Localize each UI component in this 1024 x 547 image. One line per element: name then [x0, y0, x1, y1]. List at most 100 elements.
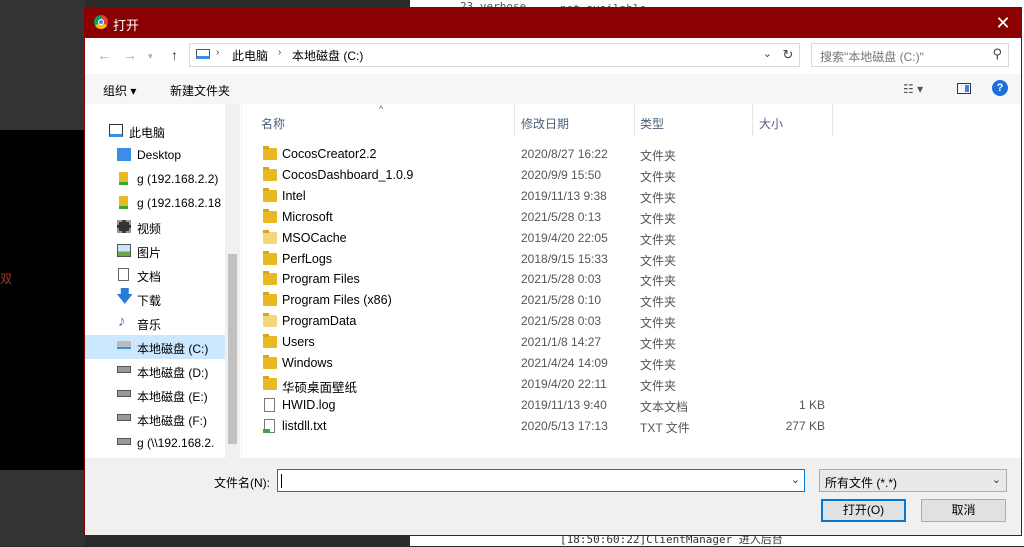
sidebar-item-label: 此电脑 — [129, 126, 166, 140]
column-divider[interactable] — [832, 104, 833, 136]
sidebar-item-pictures[interactable]: 图片 — [85, 240, 225, 262]
file-date: 2018/9/15 15:33 — [521, 251, 608, 266]
search-icon[interactable]: ⚲ — [992, 46, 1002, 62]
file-type: 文件夹 — [640, 253, 677, 268]
folder-icon — [263, 313, 277, 328]
breadcrumb-drive-c[interactable]: 本地磁盘 (C:) — [292, 47, 363, 64]
chrome-icon — [94, 15, 108, 29]
file-date: 2019/4/20 22:05 — [521, 230, 608, 245]
file-row[interactable]: Users 2021/1/8 14:27 文件夹 — [256, 332, 826, 353]
cancel-button[interactable]: 取消 — [921, 499, 1006, 522]
file-date: 2021/5/28 0:10 — [521, 293, 602, 308]
filename-history-dropdown-icon[interactable]: ⌄ — [791, 473, 800, 486]
file-date: 2021/4/24 14:09 — [521, 356, 608, 370]
file-name: PerfLogs — [282, 251, 333, 266]
file-row[interactable]: Windows 2021/4/24 14:09 文件夹 — [256, 353, 826, 374]
file-list: ^ 名称 修改日期 类型 大小 CocosCreator2.2 2020/8/27… — [242, 104, 1021, 458]
close-button[interactable]: ✕ — [985, 8, 1021, 38]
sidebar-item-this-pc[interactable]: 此电脑 — [85, 120, 225, 142]
navigation-scrollbar[interactable] — [225, 104, 240, 458]
refresh-button[interactable]: ↻ — [777, 43, 800, 67]
file-row[interactable]: Program Files (x86) 2021/5/28 0:10 文件夹 — [256, 290, 826, 311]
sidebar-item-documents[interactable]: 文档 — [85, 264, 225, 286]
new-folder-button[interactable]: 新建文件夹 — [170, 82, 230, 99]
breadcrumb-separator-icon[interactable]: › — [278, 47, 281, 58]
file-row[interactable]: CocosCreator2.2 2020/8/27 16:22 文件夹 — [256, 144, 826, 165]
sidebar-item-drive-d[interactable]: 本地磁盘 (D:) — [85, 360, 225, 382]
folder-icon — [263, 250, 277, 265]
file-name: Users — [282, 335, 315, 350]
sidebar-item-label: 视频 — [137, 222, 162, 236]
sidebar-item-music[interactable]: ♪ 音乐 — [85, 312, 225, 334]
sidebar-item-videos[interactable]: 视频 — [85, 216, 225, 238]
file-row[interactable]: PerfLogs 2018/9/15 15:33 文件夹 — [256, 249, 826, 270]
sidebar-item-drive-f[interactable]: 本地磁盘 (F:) — [85, 408, 225, 430]
column-header-label: 名称 — [261, 117, 286, 131]
sidebar-item-network-drive[interactable]: g (192.168.2.2) — [85, 168, 225, 190]
file-type: 文件夹 — [640, 211, 677, 226]
text-file-icon — [264, 397, 275, 412]
folder-icon — [263, 166, 277, 181]
organize-menu[interactable]: 组织 ▾ — [103, 82, 136, 99]
file-row[interactable]: Program Files 2021/5/28 0:03 文件夹 — [256, 269, 826, 290]
column-header-date[interactable]: 修改日期 — [515, 104, 635, 136]
recent-locations-dropdown-icon[interactable]: ▾ — [148, 51, 153, 62]
up-button[interactable]: ↑ — [171, 47, 178, 63]
sidebar-item-network-drive[interactable]: g (192.168.2.18 — [85, 192, 225, 214]
navigation-bar: ← → ▾ ↑ › 此电脑 › 本地磁盘 (C:) ⌄ ↻ 搜索"本地磁盘 (C… — [85, 38, 1021, 74]
search-box[interactable]: 搜索"本地磁盘 (C:)" ⚲ — [811, 43, 1009, 67]
open-button[interactable]: 打开(O) — [821, 499, 906, 522]
breadcrumb-separator-icon[interactable]: › — [216, 47, 219, 58]
pictures-icon — [117, 244, 131, 257]
file-row[interactable]: Intel 2019/11/13 9:38 文件夹 — [256, 186, 826, 207]
file-row[interactable]: 华硕桌面壁纸 2019/4/20 22:11 文件夹 — [256, 374, 826, 395]
file-type: 文件夹 — [640, 358, 677, 372]
column-header-name[interactable]: 名称 — [256, 104, 515, 136]
view-options-icon[interactable]: ☷ ▾ — [903, 82, 923, 96]
sidebar-item-downloads[interactable]: 🡇 下载 — [85, 288, 225, 310]
file-size: 277 KB — [785, 418, 825, 433]
sidebar-item-desktop[interactable]: Desktop — [85, 144, 225, 166]
filename-input[interactable]: ⌄ — [277, 469, 805, 492]
column-header-type[interactable]: 类型 — [635, 104, 753, 136]
file-row[interactable]: CocosDashboard_1.0.9 2020/9/9 15:50 文件夹 — [256, 165, 826, 186]
file-date: 2020/9/9 15:50 — [521, 167, 602, 182]
file-type: 文件夹 — [640, 316, 677, 331]
scrollbar-thumb[interactable] — [228, 254, 237, 444]
sidebar-item-label: 本地磁盘 (E:) — [137, 390, 208, 404]
forward-button[interactable]: → — [123, 47, 137, 63]
file-row[interactable]: listdll.txt 2020/5/13 17:13 TXT 文件 277 KB — [256, 416, 826, 437]
file-name: 华硕桌面壁纸 — [282, 380, 358, 395]
file-name: CocosCreator2.2 — [282, 147, 377, 161]
sidebar-item-disconnected-drive[interactable]: g (\\192.168.2. — [85, 432, 225, 454]
sidebar-item-drive-e[interactable]: 本地磁盘 (E:) — [85, 384, 225, 406]
file-type: 文件夹 — [640, 169, 677, 184]
file-row[interactable]: ProgramData 2021/5/28 0:03 文件夹 — [256, 311, 826, 332]
sidebar-item-label: g (192.168.2.18 — [137, 196, 222, 210]
help-icon[interactable]: ? — [992, 80, 1008, 96]
sidebar-item-drive-c[interactable]: 本地磁盘 (C:) — [85, 335, 225, 359]
file-date: 2019/11/13 9:38 — [521, 188, 607, 203]
network-drive-icon — [119, 172, 128, 185]
file-size: 1 KB — [798, 397, 825, 412]
breadcrumb-this-pc[interactable]: 此电脑 — [232, 47, 268, 64]
computer-icon — [109, 124, 123, 137]
folder-icon — [263, 271, 277, 286]
file-date: 2021/5/28 0:03 — [521, 314, 602, 329]
sidebar-item-label: g (192.168.2.2) — [137, 172, 219, 186]
dialog-title: 打开 — [113, 18, 140, 33]
column-header-size[interactable]: 大小 — [753, 104, 833, 136]
back-button[interactable]: ← — [97, 47, 111, 63]
address-bar[interactable]: › 此电脑 › 本地磁盘 (C:) ⌄ — [189, 43, 779, 67]
file-row[interactable]: HWID.log 2019/11/13 9:40 文本文档 1 KB — [256, 395, 826, 416]
address-history-dropdown-icon[interactable]: ⌄ — [763, 47, 772, 60]
file-type: TXT 文件 — [640, 420, 690, 435]
file-date: 2021/1/8 14:27 — [521, 335, 602, 350]
title-bar[interactable]: 打开 ✕ — [85, 8, 1021, 38]
file-row[interactable]: MSOCache 2019/4/20 22:05 文件夹 — [256, 228, 826, 249]
music-icon: ♪ — [118, 313, 126, 330]
file-row[interactable]: Microsoft 2021/5/28 0:13 文件夹 — [256, 207, 826, 228]
filetype-select[interactable]: 所有文件 (*.*) ⌄ — [819, 469, 1007, 492]
preview-pane-icon[interactable] — [957, 83, 971, 94]
network-drive-icon — [119, 196, 128, 209]
